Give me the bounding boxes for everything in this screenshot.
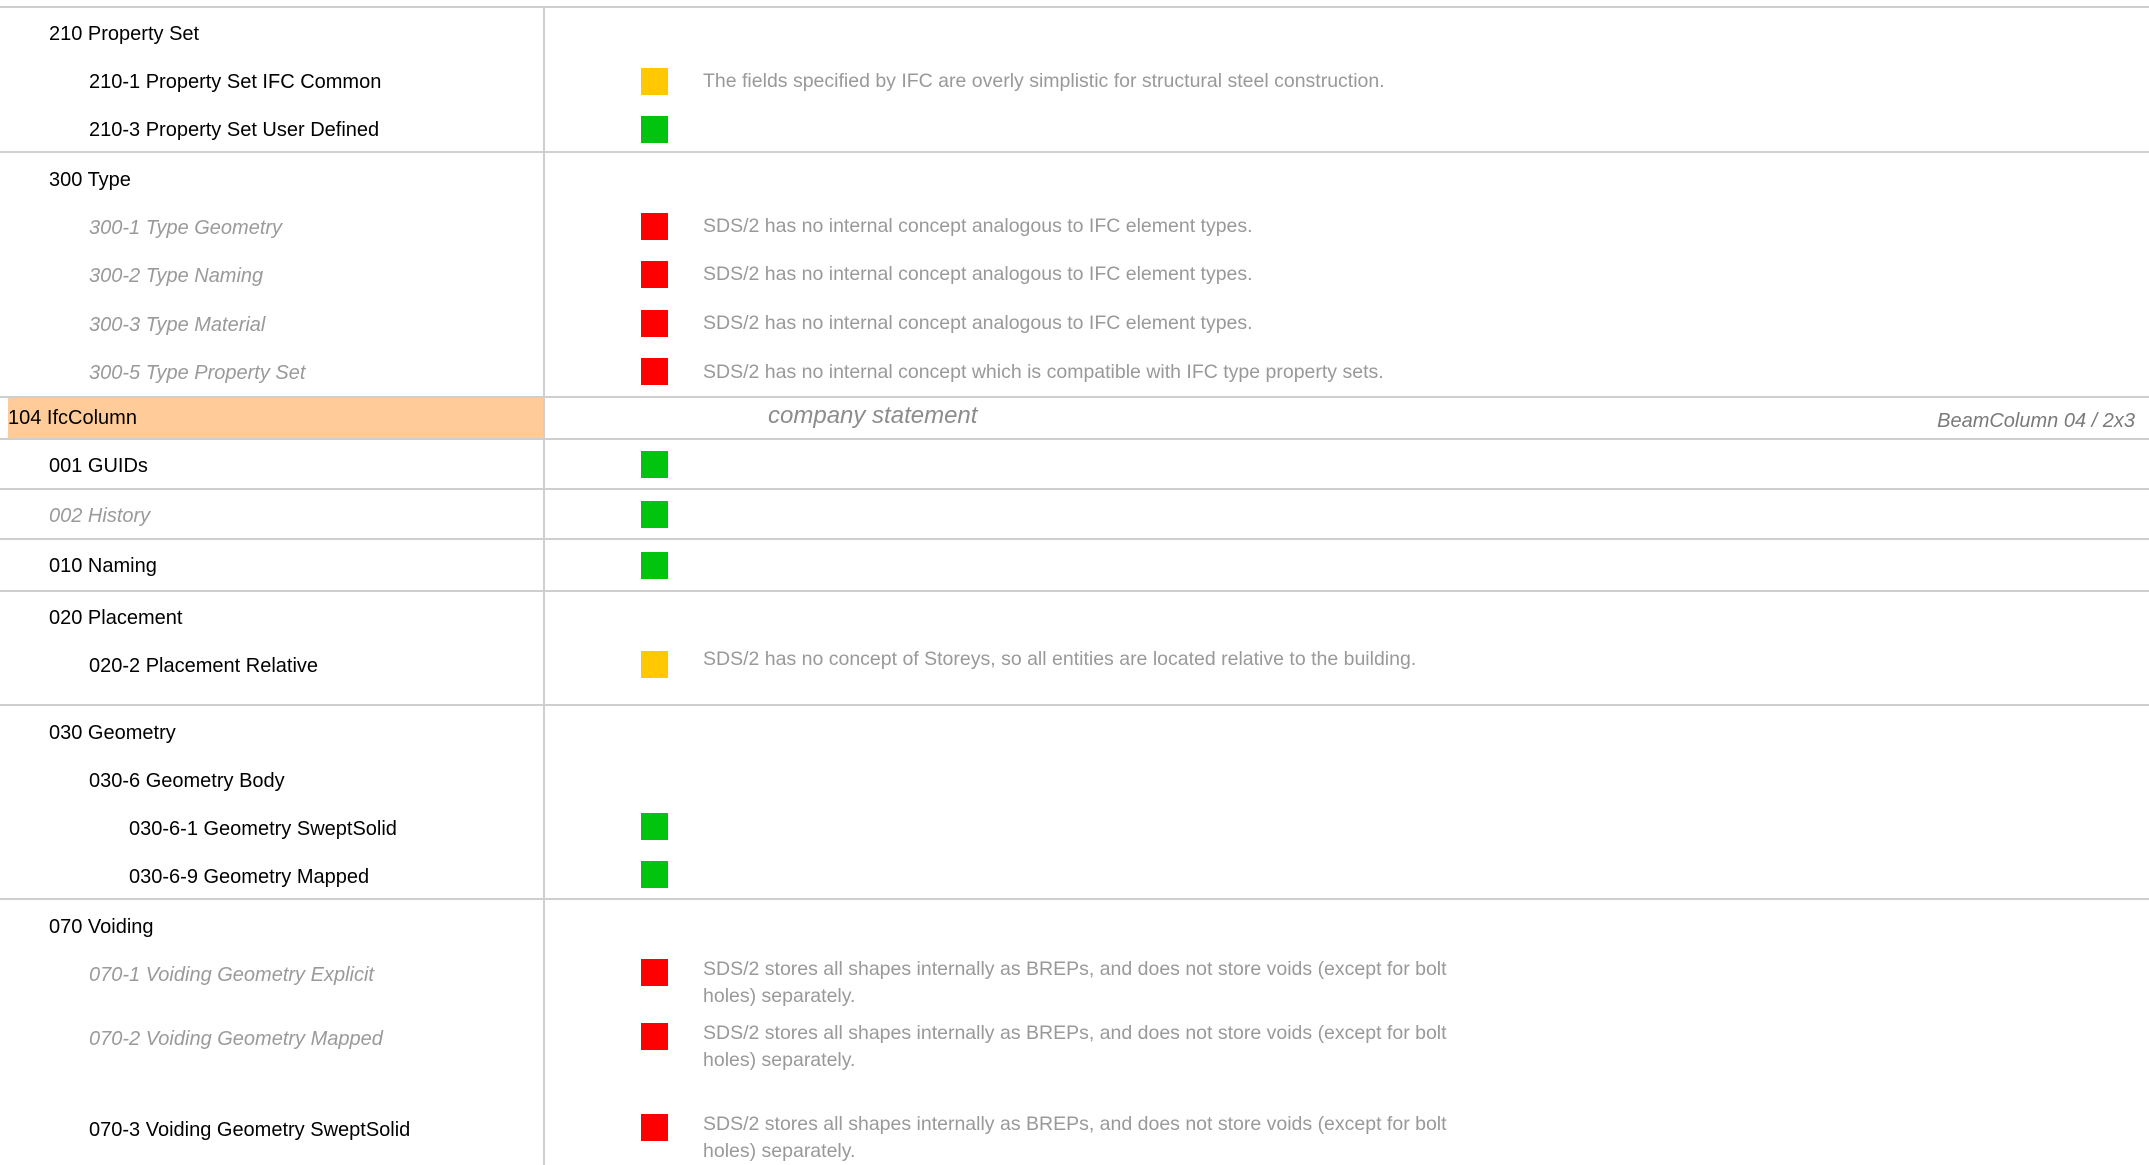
status-indicator [641,813,668,840]
row-divider [0,488,2149,490]
page: 210 Property Set 210-1 Property Set IFC … [0,0,2149,1165]
row-label: 030-6-9 Geometry Mapped [129,866,370,888]
row-label: 300-1 Type Geometry [89,217,283,239]
row-label: 002 History [49,505,151,527]
row-label: 030-6-1 Geometry SweptSolid [129,818,397,840]
status-indicator [641,213,668,240]
status-indicator [641,116,668,143]
row-label: 030 Geometry [49,722,176,744]
row-comment: SDS/2 has no concept of Storeys, so all … [703,648,1417,670]
row-comment: SDS/2 has no internal concept analogous … [703,312,1253,334]
row-divider [0,898,2149,900]
status-indicator [641,1114,668,1141]
entity-name: 104 IfcColumn [8,407,137,429]
row-comment: The fields specified by IFC are overly s… [703,70,1385,92]
row-label: 070-2 Voiding Geometry Mapped [89,1028,383,1050]
row-label: 300-3 Type Material [89,314,266,336]
status-indicator [641,501,668,528]
status-indicator [641,552,668,579]
row-comment: SDS/2 stores all shapes internally as BR… [703,958,1447,1007]
status-indicator [641,261,668,288]
row-label: 030-6 Geometry Body [89,770,285,792]
row-divider [0,438,2149,440]
row-divider [0,538,2149,540]
row-divider [0,6,2149,8]
row-label: 210-1 Property Set IFC Common [89,71,382,93]
row-label: 001 GUIDs [49,455,148,477]
status-indicator [641,68,668,95]
entity-sub-header: company statement [768,402,978,429]
status-indicator [641,861,668,888]
row-label: 210-3 Property Set User Defined [89,119,380,141]
row-label: 300 Type [49,169,131,191]
row-label: 210 Property Set [49,23,200,45]
row-label: 010 Naming [49,555,157,577]
column-divider [543,8,545,1165]
row-comment: SDS/2 has no internal concept analogous … [703,263,1253,285]
status-indicator [641,358,668,385]
row-label: 020 Placement [49,607,183,629]
row-label: 300-5 Type Property Set [89,362,306,384]
row-comment: SDS/2 stores all shapes internally as BR… [703,1022,1447,1071]
row-label: 020-2 Placement Relative [89,655,319,677]
row-divider [0,151,2149,153]
status-indicator [641,310,668,337]
row-label: 070-3 Voiding Geometry SweptSolid [89,1119,411,1141]
entity-type-label: BeamColumn 04 / 2x3 [1937,410,2135,432]
status-indicator [641,959,668,986]
row-comment: SDS/2 has no internal concept analogous … [703,215,1253,237]
row-label: 070-1 Voiding Geometry Explicit [89,964,374,986]
status-indicator [641,451,668,478]
row-divider [0,590,2149,592]
status-indicator [641,1023,668,1050]
status-indicator [641,651,668,678]
row-comment: SDS/2 has no internal concept which is c… [703,361,1384,383]
row-comment: SDS/2 stores all shapes internally as BR… [703,1113,1447,1162]
row-label: 300-2 Type Naming [89,265,264,287]
row-label: 070 Voiding [49,916,154,938]
row-divider [0,704,2149,706]
